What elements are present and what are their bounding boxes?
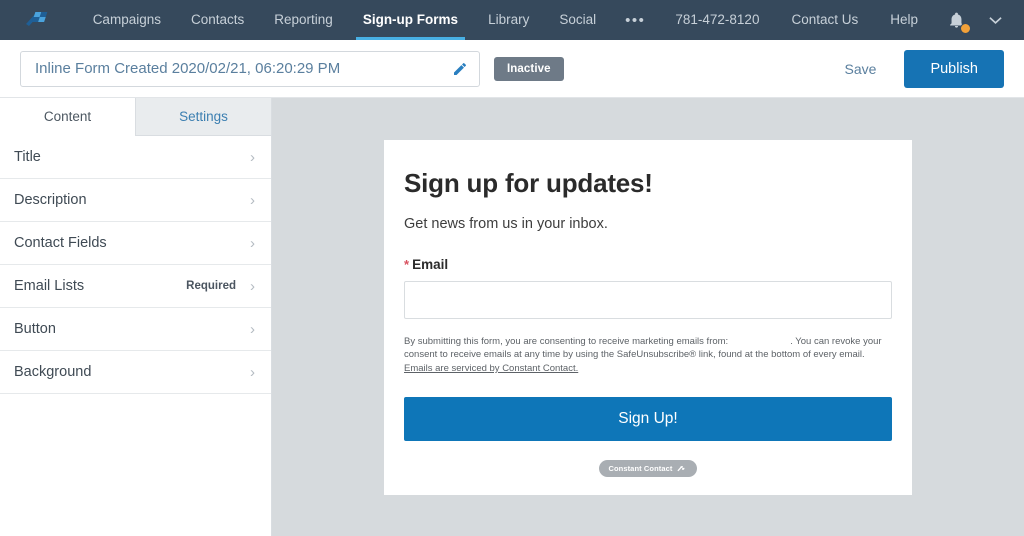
sidebar-tabs: Content Settings: [0, 98, 271, 136]
tab-settings[interactable]: Settings: [135, 98, 271, 136]
chevron-right-icon: ›: [250, 148, 255, 166]
email-input[interactable]: [404, 281, 892, 319]
nav-item-sign-up-forms[interactable]: Sign-up Forms: [348, 0, 473, 40]
required-badge: Required: [186, 280, 236, 292]
account-chevron-down-icon[interactable]: [979, 16, 1024, 25]
form-action-bar: Inactive Save Publish: [0, 40, 1024, 98]
form-preview-canvas: Sign up for updates! Get news from us in…: [272, 98, 1024, 536]
notification-badge: [960, 22, 971, 34]
editor-sidebar: Content Settings Title › Description › C…: [0, 98, 272, 536]
constant-contact-badge[interactable]: Constant Contact: [599, 460, 697, 478]
sidebar-item-background[interactable]: Background ›: [0, 351, 271, 394]
sidebar-item-title[interactable]: Title ›: [0, 136, 271, 179]
sidebar-item-label: Description: [14, 192, 87, 208]
nav-phone-number[interactable]: 781-472-8120: [659, 0, 775, 40]
email-label-text: Email: [412, 257, 449, 272]
chevron-right-icon: ›: [250, 320, 255, 338]
notification-bell-icon[interactable]: [934, 12, 979, 34]
sidebar-item-label: Button: [14, 321, 56, 337]
chevron-right-icon: ›: [250, 363, 255, 381]
publish-button[interactable]: Publish: [904, 49, 1004, 88]
nav-overflow-menu-icon[interactable]: •••: [611, 12, 659, 29]
nav-item-help[interactable]: Help: [874, 0, 934, 40]
action-bar-buttons: Save Publish: [845, 49, 1004, 88]
sidebar-item-description[interactable]: Description ›: [0, 179, 271, 222]
form-disclaimer: By submitting this form, you are consent…: [404, 335, 892, 375]
save-button[interactable]: Save: [845, 61, 877, 77]
sign-up-button[interactable]: Sign Up!: [404, 397, 892, 442]
sidebar-item-contact-fields[interactable]: Contact Fields ›: [0, 222, 271, 265]
sidebar-item-button[interactable]: Button ›: [0, 308, 271, 351]
nav-item-contact-us[interactable]: Contact Us: [775, 0, 874, 40]
constant-contact-mini-logo: [676, 466, 685, 472]
nav-item-campaigns[interactable]: Campaigns: [78, 0, 176, 40]
secondary-nav-items: 781-472-8120 Contact Us Help: [659, 0, 1024, 40]
constant-contact-logo[interactable]: [20, 10, 60, 30]
constant-contact-badge-wrap: Constant Contact: [404, 460, 892, 478]
signup-form-inner: Sign up for updates! Get news from us in…: [404, 168, 892, 478]
email-field-label: * Email: [404, 257, 892, 272]
signup-form-card: Sign up for updates! Get news from us in…: [384, 140, 912, 495]
form-title-input[interactable]: [35, 60, 451, 77]
required-asterisk: *: [404, 257, 410, 272]
primary-nav-items: Campaigns Contacts Reporting Sign-up For…: [78, 0, 660, 40]
sidebar-item-label: Email Lists: [14, 278, 85, 294]
sidebar-item-email-lists[interactable]: Email Lists Required ›: [0, 265, 271, 308]
form-heading: Sign up for updates!: [404, 168, 653, 198]
nav-item-contacts[interactable]: Contacts: [176, 0, 259, 40]
pencil-icon[interactable]: [451, 60, 469, 78]
top-navigation-bar: Campaigns Contacts Reporting Sign-up For…: [0, 0, 1024, 40]
disclaimer-part-1: By submitting this form, you are consent…: [404, 336, 729, 347]
chevron-right-icon: ›: [250, 277, 255, 295]
serviced-by-link[interactable]: Emails are serviced by Constant Contact.: [404, 363, 578, 374]
editor-body: Content Settings Title › Description › C…: [0, 98, 1024, 536]
sidebar-item-label: Title: [14, 149, 41, 165]
sidebar-item-label: Contact Fields: [14, 235, 107, 251]
form-title-field[interactable]: [20, 50, 480, 87]
form-subheading: Get news from us in your inbox.: [404, 216, 608, 232]
nav-item-reporting[interactable]: Reporting: [259, 0, 348, 40]
tab-content[interactable]: Content: [0, 98, 135, 136]
sidebar-item-label: Background: [14, 364, 92, 380]
nav-item-social[interactable]: Social: [544, 0, 611, 40]
nav-item-library[interactable]: Library: [473, 0, 544, 40]
chevron-right-icon: ›: [250, 191, 255, 209]
status-badge: Inactive: [494, 56, 564, 81]
badge-text: Constant Contact: [608, 464, 673, 474]
chevron-right-icon: ›: [250, 234, 255, 252]
